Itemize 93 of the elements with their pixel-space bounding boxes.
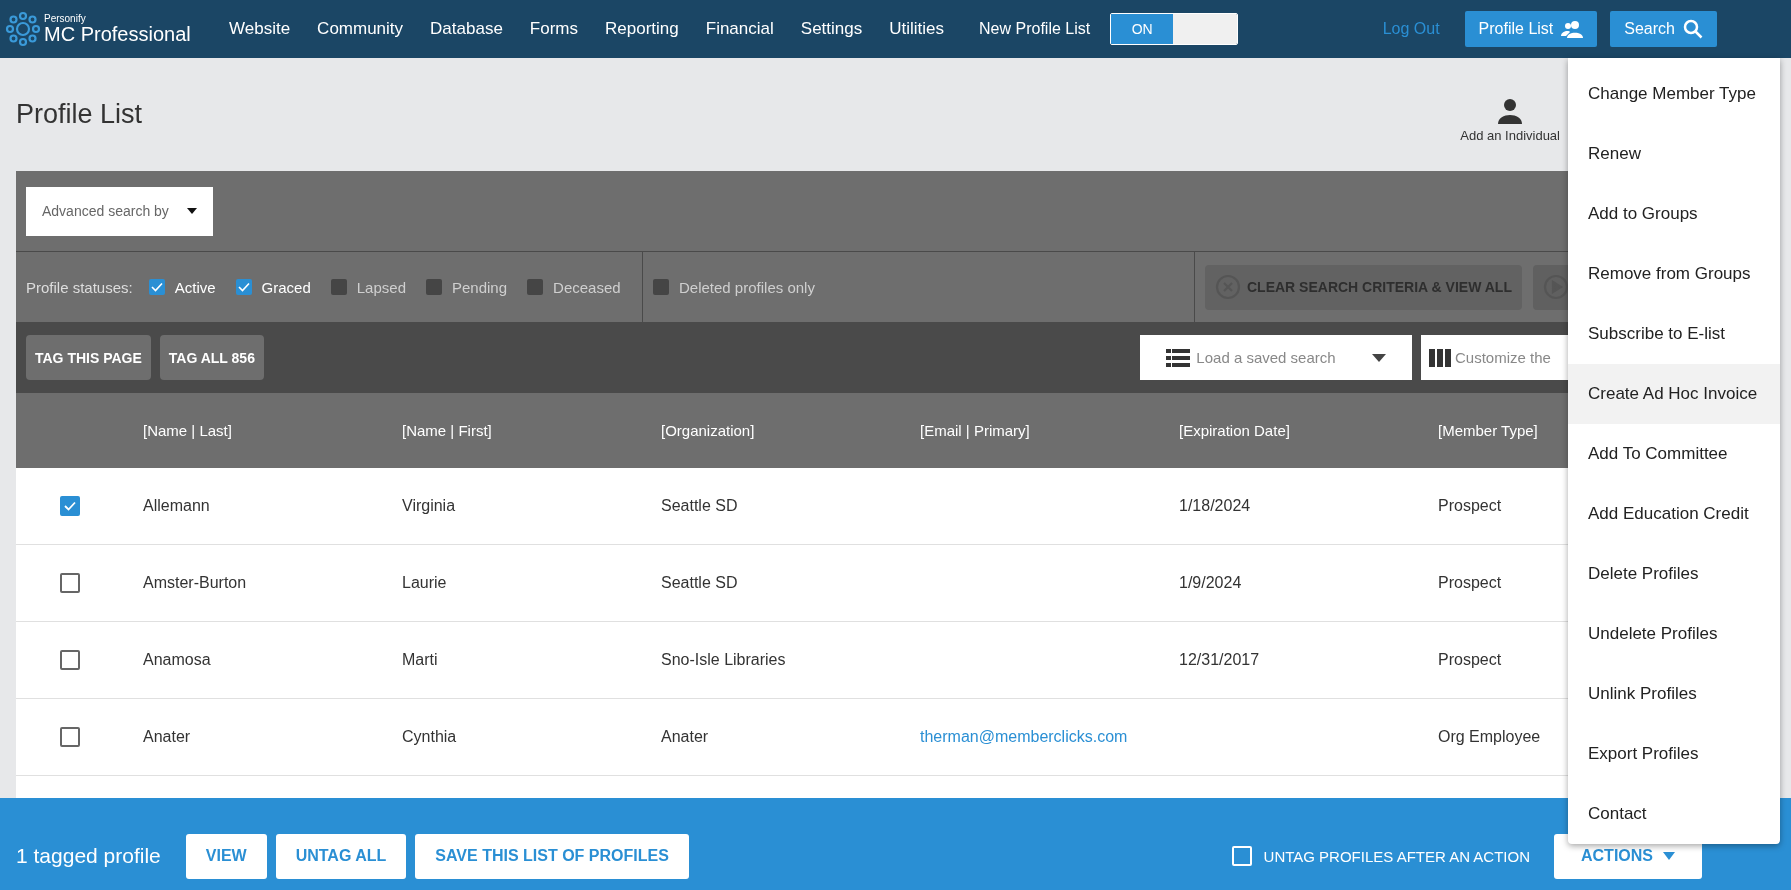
column-header[interactable]: [Organization] — [661, 422, 920, 439]
menu-item[interactable]: Undelete Profiles — [1568, 604, 1780, 664]
nav-link[interactable]: Financial — [705, 19, 774, 39]
deleted-only-checkbox[interactable] — [653, 279, 669, 295]
row-checkbox[interactable] — [60, 496, 80, 516]
checkmark-icon — [150, 282, 163, 292]
toggle-switch[interactable]: ON — [1110, 13, 1239, 45]
table-cell: Cynthia — [402, 728, 457, 745]
column-header[interactable]: [Name | First] — [402, 422, 661, 439]
menu-item[interactable]: Subscribe to E-list — [1568, 304, 1780, 364]
table-cell: Seattle SD — [661, 497, 738, 514]
column-header[interactable]: [Expiration Date] — [1179, 422, 1438, 439]
table-cell: Amster-Burton — [143, 574, 247, 591]
nav-link[interactable]: Settings — [800, 19, 863, 39]
untag-after-label: UNTAG PROFILES AFTER AN ACTION — [1263, 847, 1530, 865]
advanced-search-dropdown[interactable]: Advanced search by — [26, 186, 213, 236]
caret-icon — [187, 208, 197, 214]
status-label: Pending — [452, 278, 508, 296]
checkmark-icon — [64, 501, 76, 511]
table-cell: Prospect — [1438, 574, 1502, 591]
column-header[interactable]: [Name | Last] — [143, 422, 402, 439]
nav-link[interactable]: Community — [317, 19, 404, 39]
table-cell: Laurie — [402, 574, 447, 591]
status-checkbox[interactable] — [330, 279, 347, 295]
row-checkbox[interactable] — [60, 650, 80, 670]
table-cell: Anater — [661, 728, 709, 745]
table-cell: Seattle SD — [661, 574, 738, 591]
table-cell: 1/9/2024 — [1179, 574, 1242, 591]
table-cell: Prospect — [1438, 651, 1502, 668]
table-cell: 1/18/2024 — [1179, 497, 1251, 514]
checkmark-icon — [237, 282, 250, 292]
people-icon — [1561, 20, 1584, 38]
table-cell: Marti — [402, 651, 438, 668]
caret-icon — [1371, 353, 1386, 362]
table-cell: Virginia — [402, 497, 456, 514]
status-checkbox[interactable] — [426, 279, 442, 295]
table-cell: Prospect — [1438, 497, 1502, 514]
table-cell: 12/31/2017 — [1179, 651, 1260, 668]
menu-item[interactable]: Renew — [1568, 124, 1780, 184]
menu-item[interactable]: Add to Groups — [1568, 184, 1780, 244]
row-checkbox[interactable] — [60, 573, 80, 593]
tagged-count: 1 tagged profile — [16, 844, 161, 868]
nav-link[interactable]: Reporting — [605, 19, 679, 39]
logo-icon — [5, 11, 41, 47]
profile-list-button[interactable]: Profile List — [1464, 11, 1598, 47]
menu-item[interactable]: Change Member Type — [1568, 64, 1780, 124]
nav-link[interactable]: Utilities — [889, 19, 945, 39]
tag-button[interactable]: TAG ALL 856 — [159, 335, 264, 380]
play-icon — [1542, 274, 1569, 300]
status-label: Deceased — [553, 278, 621, 296]
statuses-label: Profile statuses: — [26, 278, 133, 296]
nav-link[interactable]: Database — [430, 19, 503, 39]
tag-button[interactable]: TAG THIS PAGE — [26, 335, 151, 380]
brand-tagline: Personify — [44, 14, 87, 24]
list-icon — [1166, 348, 1191, 367]
deleted-only-label: Deleted profiles only — [679, 278, 815, 296]
status-label: Lapsed — [356, 278, 406, 296]
search-button[interactable]: Search — [1610, 11, 1717, 47]
brand-name: MC Professional — [44, 24, 191, 44]
status-checkbox[interactable] — [148, 279, 165, 295]
status-label: Graced — [261, 278, 311, 296]
add-individual-link[interactable]: Add an Individual — [1460, 128, 1560, 143]
table-cell: Org Employee — [1438, 728, 1541, 745]
table-cell: Allemann — [143, 497, 210, 514]
search-icon — [1683, 19, 1703, 39]
menu-item[interactable]: Add To Committee — [1568, 424, 1780, 484]
menu-item[interactable]: Add Education Credit — [1568, 484, 1780, 544]
status-label: Active — [174, 278, 216, 296]
status-checkbox[interactable] — [235, 279, 252, 295]
menu-item[interactable]: Create Ad Hoc Invoice — [1568, 364, 1780, 424]
footer-button[interactable]: VIEW — [185, 833, 267, 879]
footer-button[interactable]: UNTAG ALL — [275, 833, 407, 879]
caret-icon — [1663, 852, 1675, 860]
nav-link[interactable]: Website — [229, 19, 291, 39]
table-cell: Anater — [143, 728, 191, 745]
menu-item[interactable]: Unlink Profiles — [1568, 664, 1780, 724]
menu-item[interactable]: Remove from Groups — [1568, 244, 1780, 304]
page-title: Profile List — [16, 99, 144, 130]
row-checkbox[interactable] — [60, 727, 80, 747]
toggle-label: New Profile List — [979, 20, 1091, 38]
person-icon[interactable] — [1497, 98, 1524, 124]
menu-item[interactable]: Delete Profiles — [1568, 544, 1780, 604]
saved-search-dropdown[interactable]: Load a saved search — [1140, 335, 1412, 380]
columns-icon — [1429, 348, 1451, 367]
table-cell: Anamosa — [143, 651, 211, 668]
footer-button[interactable]: SAVE THIS LIST OF PROFILES — [415, 833, 689, 879]
column-header[interactable]: [Email | Primary] — [920, 422, 1179, 439]
menu-item[interactable]: Export Profiles — [1568, 724, 1780, 784]
table-cell: Sno-Isle Libraries — [661, 651, 786, 668]
nav-link[interactable]: Forms — [529, 19, 579, 39]
status-checkbox[interactable] — [527, 279, 544, 295]
email-link[interactable]: therman@memberclicks.com — [920, 728, 1128, 745]
untag-after-checkbox[interactable] — [1231, 846, 1252, 866]
